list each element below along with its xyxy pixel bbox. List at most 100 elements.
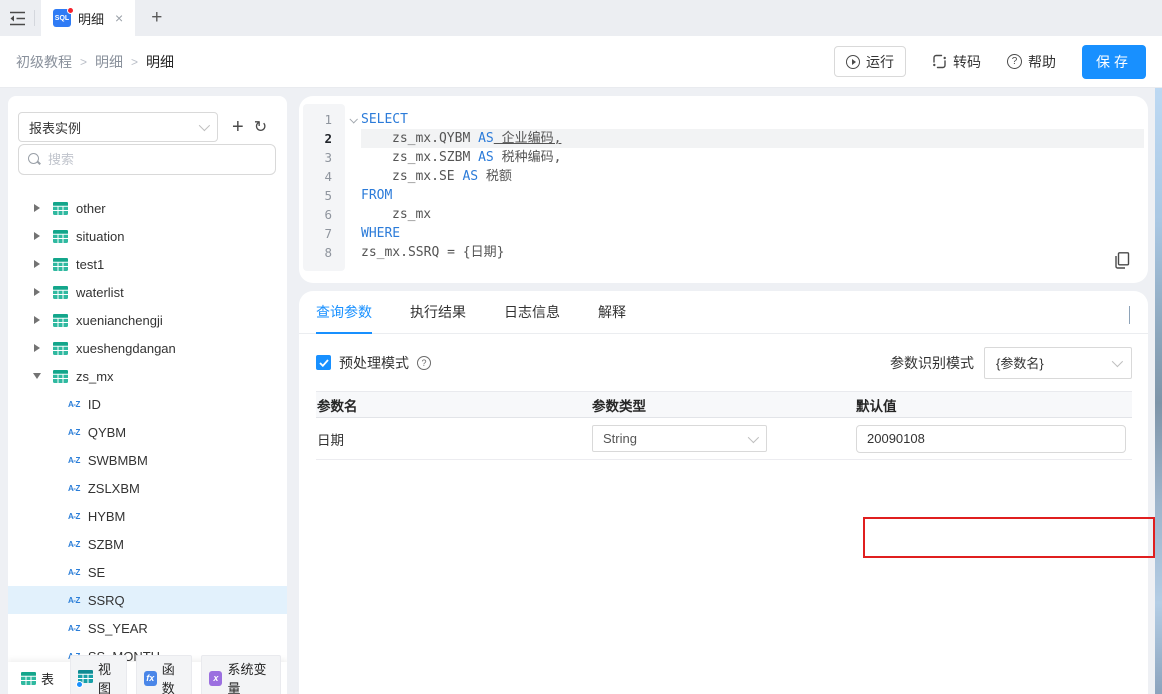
code-line: 1 SELECT: [303, 110, 1144, 129]
fold-chevron-icon[interactable]: [345, 117, 361, 123]
preprocess-checkbox-group[interactable]: 预处理模式 ?: [316, 353, 431, 373]
param-mode-label: 参数识别模式: [890, 353, 974, 373]
param-row: 日期 String: [316, 418, 1132, 460]
caret-right-icon[interactable]: [34, 288, 40, 296]
col-header-type: 参数类型: [592, 395, 856, 415]
az-field-icon: A-Z: [68, 428, 80, 437]
tree-item-field[interactable]: A-ZSWBMBM: [8, 446, 287, 474]
tree-item-field[interactable]: A-ZHYBM: [8, 502, 287, 530]
caret-right-icon[interactable]: [34, 204, 40, 212]
chevron-down-icon: [748, 431, 759, 442]
top-tab-bar: SQL 明细 × +: [0, 0, 1162, 36]
tree-item-field[interactable]: A-ZID: [8, 390, 287, 418]
new-tab-button[interactable]: +: [151, 7, 162, 29]
code-line: 7 WHERE: [303, 224, 1144, 243]
footer-tab-functions[interactable]: fx 函数: [136, 655, 193, 694]
caret-right-icon[interactable]: [34, 316, 40, 324]
tree-item-table[interactable]: test1: [8, 250, 287, 278]
tab-explain[interactable]: 解释: [598, 291, 626, 333]
az-field-icon: A-Z: [68, 512, 80, 521]
breadcrumb-item[interactable]: 初级教程: [16, 52, 72, 72]
tree-item-table[interactable]: xuenianchengji: [8, 306, 287, 334]
sidebar-footer-tabs: 表 视图 fx 函数 x 系统变量: [8, 662, 287, 694]
tab-query-params[interactable]: 查询参数: [316, 291, 372, 333]
breadcrumb: 初级教程 > 明细 > 明细: [16, 52, 174, 72]
tree-item-field[interactable]: A-ZQYBM: [8, 418, 287, 446]
caret-right-icon[interactable]: [34, 260, 40, 268]
code-line-active: 2 zs_mx.QYBM AS 企业编码,: [303, 129, 1144, 148]
tab-mingxi[interactable]: SQL 明细 ×: [41, 0, 135, 36]
param-name: 日期: [316, 429, 592, 449]
az-field-icon: A-Z: [68, 624, 80, 633]
breadcrumb-current: 明细: [146, 52, 174, 72]
table-icon: [53, 370, 68, 383]
transcode-button[interactable]: 转码: [932, 52, 981, 72]
table-icon: [53, 202, 68, 215]
az-field-icon: A-Z: [68, 484, 80, 493]
sql-file-icon: SQL: [53, 9, 71, 27]
app-root: SQL 明细 × + 初级教程 > 明细 > 明细 运行 转码: [0, 0, 1162, 694]
view-icon: [78, 670, 93, 686]
params-panel: 查询参数 执行结果 日志信息 解释 预处理模式 ? 参数识别模式 {参数名}: [299, 291, 1148, 694]
tree-item-field-selected[interactable]: A-ZSSRQ: [8, 586, 287, 614]
header-bar: 初级教程 > 明细 > 明细 运行 转码 ? 帮助 保存: [0, 36, 1162, 88]
play-circle-icon: [846, 55, 860, 69]
breadcrumb-separator: >: [131, 55, 138, 69]
tree-item-field[interactable]: A-ZZSLXBM: [8, 474, 287, 502]
table-icon: [21, 672, 36, 685]
chevron-down-icon: [1112, 355, 1123, 366]
param-type-select[interactable]: String: [592, 425, 767, 452]
copy-icon[interactable]: [1115, 252, 1130, 269]
sysvar-icon: x: [209, 671, 222, 686]
code-line: 8 zs_mx.SSRQ = {日期}: [303, 243, 1144, 262]
preprocess-label: 预处理模式: [339, 353, 409, 373]
col-header-name: 参数名: [316, 395, 592, 415]
breadcrumb-item[interactable]: 明细: [95, 52, 123, 72]
param-mode-select[interactable]: {参数名}: [984, 347, 1132, 379]
menu-fold-icon[interactable]: [0, 0, 34, 36]
default-value-input[interactable]: [856, 425, 1126, 453]
tree-item-field[interactable]: A-ZSS_YEAR: [8, 614, 287, 642]
run-button[interactable]: 运行: [834, 46, 906, 77]
tree-item-table-expanded[interactable]: zs_mx: [8, 362, 287, 390]
instance-select[interactable]: 报表实例: [18, 112, 218, 142]
col-header-default: 默认值: [856, 395, 1132, 415]
annotation-highlight-box: [863, 517, 1155, 558]
refresh-icon[interactable]: ↻: [254, 117, 267, 137]
close-tab-icon[interactable]: ×: [115, 11, 123, 25]
search-input[interactable]: [48, 152, 266, 167]
save-button[interactable]: 保存: [1082, 45, 1146, 79]
tree-item-field[interactable]: A-ZSZBM: [8, 530, 287, 558]
table-tree: other situation test1 waterlist xuenianc: [8, 194, 287, 662]
table-icon: [53, 286, 68, 299]
caret-right-icon[interactable]: [34, 232, 40, 240]
tree-item-table[interactable]: situation: [8, 222, 287, 250]
sql-editor-panel[interactable]: 1 SELECT 2 zs_mx.QYBM AS 企业编码, 3 zs_mx.S…: [299, 96, 1148, 283]
table-icon: [53, 258, 68, 271]
tree-item-table[interactable]: other: [8, 194, 287, 222]
collapse-panel-icon[interactable]: [1129, 306, 1130, 324]
tab-log-info[interactable]: 日志信息: [504, 291, 560, 333]
tree-item-table[interactable]: waterlist: [8, 278, 287, 306]
window-edge-background: [1155, 88, 1162, 694]
tab-exec-result[interactable]: 执行结果: [410, 291, 466, 333]
footer-tab-tables[interactable]: 表: [14, 666, 61, 691]
footer-tab-views[interactable]: 视图: [70, 655, 127, 694]
params-tabs: 查询参数 执行结果 日志信息 解释: [299, 291, 1148, 334]
az-field-icon: A-Z: [68, 596, 80, 605]
caret-down-icon[interactable]: [33, 373, 41, 379]
help-button[interactable]: ? 帮助: [1007, 52, 1056, 72]
tree-item-field[interactable]: A-ZSE: [8, 558, 287, 586]
param-mode-group: 参数识别模式 {参数名}: [890, 347, 1132, 379]
caret-right-icon[interactable]: [34, 344, 40, 352]
tree-item-table[interactable]: xueshengdangan: [8, 334, 287, 362]
chevron-down-icon: [199, 120, 210, 131]
divider: [34, 10, 35, 26]
add-button[interactable]: +: [232, 116, 244, 139]
sidebar: 报表实例 + ↻ other situation: [8, 96, 287, 694]
footer-tab-sysvars[interactable]: x 系统变量: [201, 655, 281, 694]
table-icon: [53, 342, 68, 355]
checkbox-checked[interactable]: [316, 355, 331, 370]
question-circle-icon[interactable]: ?: [417, 356, 431, 370]
unsaved-dot-badge: [67, 7, 74, 14]
